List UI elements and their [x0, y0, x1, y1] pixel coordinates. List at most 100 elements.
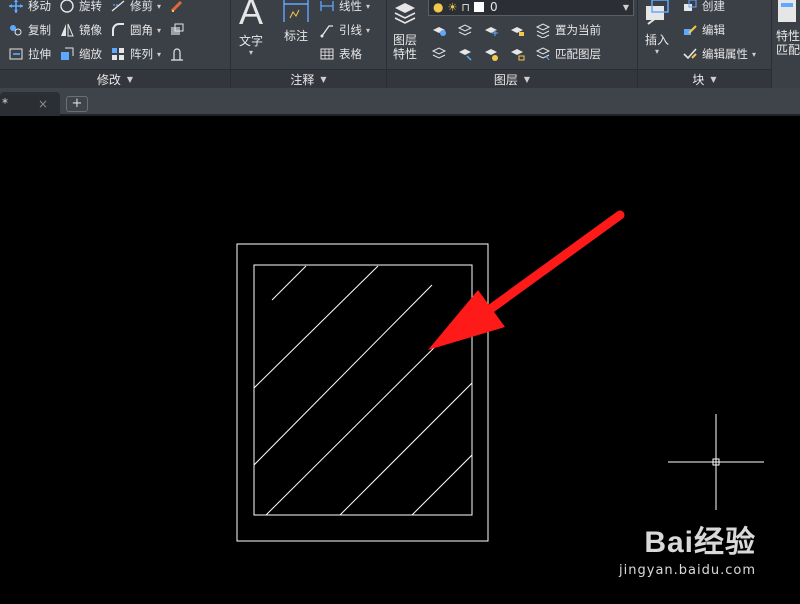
insert-label: 插入	[644, 33, 669, 47]
hatch-pattern[interactable]	[254, 265, 472, 515]
scale-icon	[59, 46, 75, 62]
layer-lock-icon	[509, 22, 525, 38]
create-block-label: 创建	[702, 0, 725, 13]
set-current-button[interactable]: 置为当前	[535, 22, 601, 38]
layers-panel-expand-icon: ▼	[523, 74, 531, 84]
block-panel: 插入 ▾ 创建 编辑 编辑属性 ▾ 块 ▼	[638, 0, 772, 88]
annotation-panel-title[interactable]: 注释 ▼	[231, 69, 386, 88]
close-tab-icon[interactable]: ×	[38, 97, 48, 111]
trim-icon	[110, 0, 126, 14]
layer-properties-button[interactable]: 图层 特性	[391, 0, 419, 61]
create-block-button[interactable]: 创建	[682, 0, 725, 14]
fillet-label: 圆角	[130, 23, 153, 37]
layers-panel-title[interactable]: 图层 ▼	[387, 69, 637, 88]
fillet-button[interactable]: 圆角 ▾	[110, 22, 161, 38]
layer-on-button[interactable]	[431, 46, 451, 62]
dimension-icon	[281, 0, 311, 27]
dimension-button[interactable]: 标注	[281, 0, 311, 43]
match-layer-button[interactable]: 匹配图层	[535, 46, 601, 62]
layer-freeze-button[interactable]	[483, 22, 503, 38]
layer-dropdown[interactable]: ● ☀ ⊓ 0 ▼	[428, 0, 634, 16]
linear-button[interactable]: 线性 ▾	[319, 0, 370, 14]
erase-button[interactable]	[169, 0, 189, 14]
table-button[interactable]: 表格	[319, 46, 362, 62]
table-label: 表格	[339, 47, 362, 61]
block-panel-expand-icon: ▼	[710, 74, 717, 84]
stretch-button[interactable]: 拉伸	[8, 46, 51, 62]
explode-icon	[169, 22, 185, 38]
insert-icon	[642, 0, 672, 31]
drawing-canvas[interactable]: Bai经验 jingyan.baidu.com	[0, 116, 800, 600]
linear-dropdown-icon[interactable]: ▾	[366, 2, 370, 11]
table-icon	[319, 46, 335, 62]
modify-panel-expand-icon: ▼	[126, 74, 134, 84]
layer-off-button[interactable]	[431, 22, 451, 38]
copy-button[interactable]: 复制	[8, 22, 51, 38]
annotation-panel-expand-icon: ▼	[320, 74, 327, 84]
offset-icon	[169, 46, 185, 62]
crosshair-cursor	[668, 414, 764, 510]
text-button[interactable]: A 文字 ▾	[239, 0, 263, 57]
insert-dropdown-icon[interactable]: ▾	[655, 47, 659, 56]
move-label: 移动	[28, 0, 51, 13]
leader-button[interactable]: 引线 ▾	[319, 22, 370, 38]
trim-label: 修剪	[130, 0, 153, 13]
rotate-button[interactable]: 旋转	[59, 0, 102, 14]
inner-rectangle[interactable]	[253, 264, 473, 516]
match-properties-button[interactable]: 特性 匹配	[776, 0, 800, 57]
edit-block-icon	[682, 22, 698, 38]
modify-panel-title[interactable]: 修改 ▼	[0, 69, 230, 88]
modify-title-label: 修改	[96, 72, 121, 87]
layer-isolate-button[interactable]	[457, 22, 477, 38]
layer-thaw-button[interactable]	[483, 46, 503, 62]
drawing-tab[interactable]: * ×	[0, 92, 60, 116]
move-button[interactable]: 移动	[8, 0, 51, 14]
layer-unlock-button[interactable]	[509, 46, 529, 62]
block-title-label: 块	[692, 72, 705, 87]
array-dropdown-icon[interactable]: ▾	[157, 50, 161, 59]
layer-unisolate-icon	[457, 46, 473, 62]
offset-button[interactable]	[169, 46, 189, 62]
copy-icon	[8, 22, 24, 38]
layer-lock-button[interactable]	[509, 22, 529, 38]
file-tab-bar: * × +	[0, 88, 800, 116]
block-panel-title[interactable]: 块 ▼	[638, 69, 771, 88]
mirror-button[interactable]: 镜像	[59, 22, 102, 38]
trim-dropdown-icon[interactable]: ▾	[157, 2, 161, 11]
edit-attributes-dropdown-icon[interactable]: ▾	[752, 50, 756, 59]
edit-block-button[interactable]: 编辑	[682, 22, 725, 38]
red-arrow-annotation	[428, 210, 625, 350]
properties-panel: 特性 匹配	[772, 0, 800, 88]
layer-color-swatch	[473, 2, 484, 12]
stretch-icon	[8, 46, 24, 62]
annotation-title-label: 注释	[290, 72, 315, 87]
edit-attributes-button[interactable]: 编辑属性 ▾	[682, 46, 756, 62]
new-tab-button[interactable]: +	[66, 96, 88, 112]
set-current-label: 置为当前	[555, 23, 601, 37]
lightbulb-icon: ●	[433, 0, 444, 14]
leader-dropdown-icon[interactable]: ▾	[366, 26, 370, 35]
erase-icon	[169, 0, 185, 14]
layer-properties-icon	[391, 0, 419, 31]
linear-label: 线性	[339, 0, 362, 13]
outer-rectangle[interactable]	[236, 243, 489, 542]
array-icon	[110, 46, 126, 62]
fillet-dropdown-icon[interactable]: ▾	[157, 26, 161, 35]
mirror-label: 镜像	[79, 23, 102, 37]
layer-thaw-icon	[483, 46, 499, 62]
scale-button[interactable]: 缩放	[59, 46, 102, 62]
modify-panel: 移动 旋转 修剪 ▾ 复制 镜像 圆角 ▾ 拉伸 缩放 阵列 ▾ 修改 ▼	[0, 0, 231, 88]
trim-button[interactable]: 修剪 ▾	[110, 0, 161, 14]
layer-off-icon	[431, 22, 447, 38]
text-dropdown-icon[interactable]: ▾	[249, 48, 253, 57]
move-icon	[8, 0, 24, 14]
edit-attributes-label: 编辑属性	[702, 47, 748, 61]
layer-unisolate-button[interactable]	[457, 46, 477, 62]
layers-title-label: 图层	[493, 72, 518, 87]
array-button[interactable]: 阵列 ▾	[110, 46, 161, 62]
explode-button[interactable]	[169, 22, 189, 38]
scale-label: 缩放	[79, 47, 102, 61]
insert-button[interactable]: 插入 ▾	[642, 0, 672, 56]
text-label: 文字	[239, 34, 264, 48]
properties-label-2: 匹配	[776, 43, 800, 57]
